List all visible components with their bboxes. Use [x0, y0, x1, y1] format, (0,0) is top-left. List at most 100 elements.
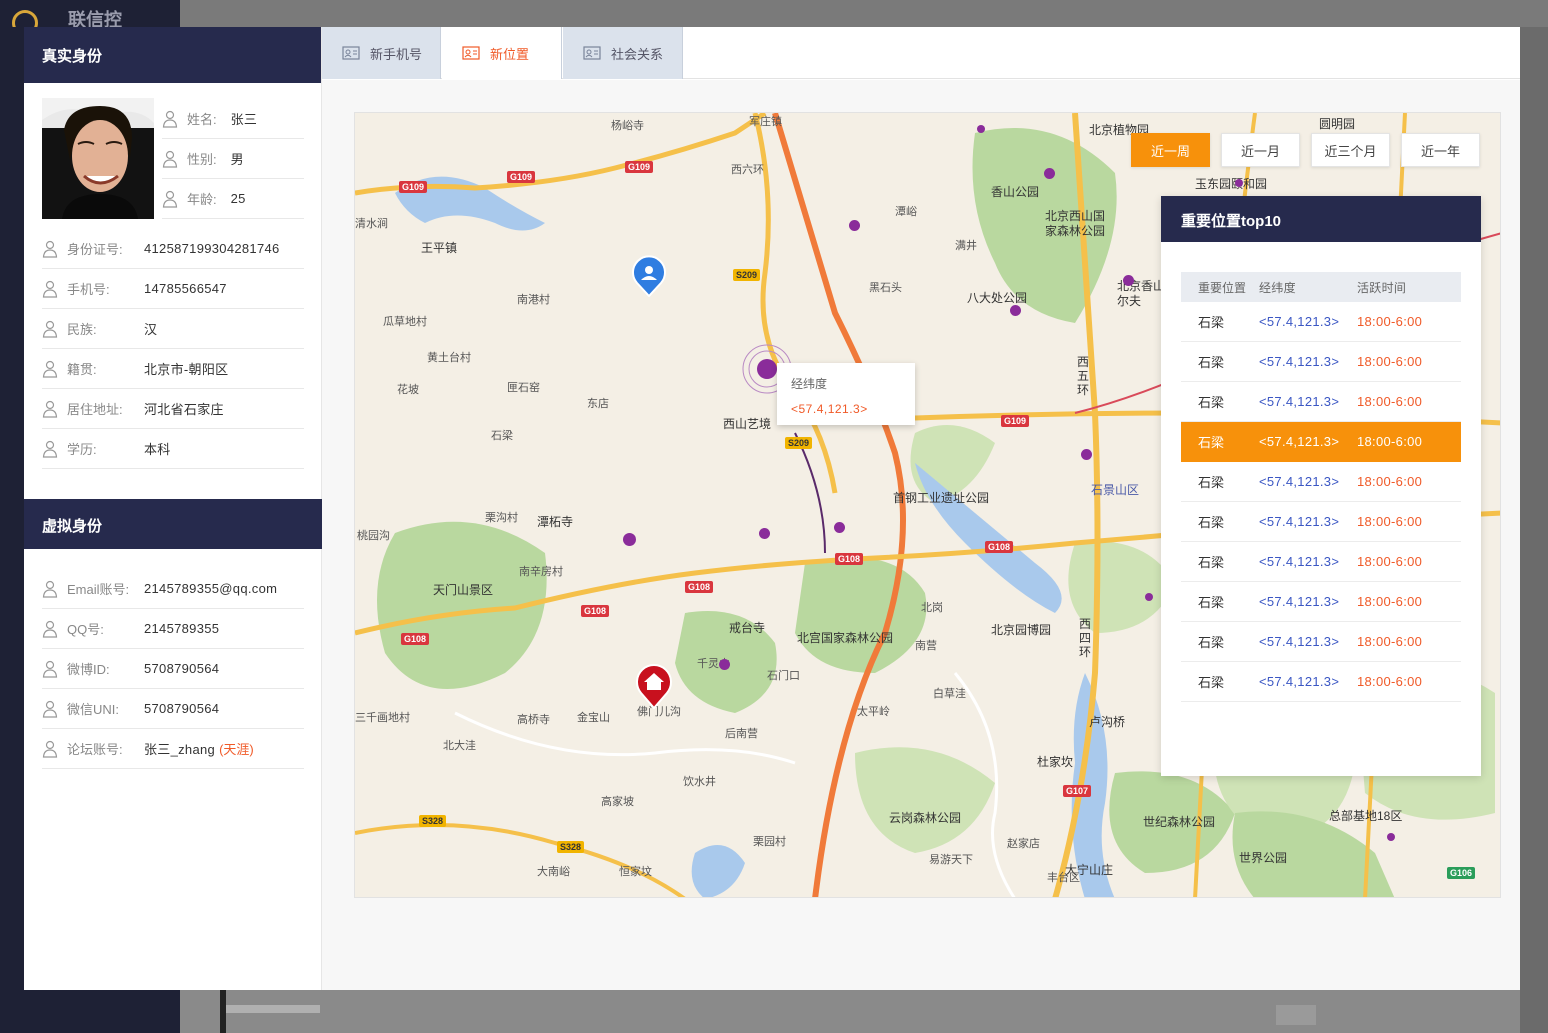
tab-new-location[interactable]: 新位置 [442, 27, 562, 79]
map-place-label: 易游天下 [929, 854, 973, 866]
range-three-months-button[interactable]: 近三个月 [1311, 133, 1390, 167]
location-dot[interactable] [849, 220, 860, 231]
map-place-label: 后南营 [725, 728, 758, 740]
ethnicity-value: 汉 [144, 322, 158, 337]
time-cell: 18:00-6:00 [1357, 394, 1423, 409]
user-location-marker-icon[interactable] [631, 255, 667, 297]
map-place-label: 东店 [587, 398, 609, 410]
road-shield: G109 [507, 171, 536, 183]
table-row[interactable]: 石梁 <57.4,121.3> 18:00-6:00 [1181, 382, 1461, 422]
coord-cell: <57.4,121.3> [1259, 514, 1340, 529]
map-place-label: 云岗森林公园 [889, 811, 962, 825]
location-dot[interactable] [1235, 179, 1243, 187]
map-place-label: 丰台区 [1047, 872, 1080, 884]
map-place-label: 香山公园 [991, 185, 1040, 199]
map-place-label: 杨峪寺 [611, 120, 644, 132]
person-icon [162, 150, 178, 168]
coord-cell: <57.4,121.3> [1259, 314, 1340, 329]
qq-value: 2145789355 [144, 621, 220, 636]
tab-social-relations[interactable]: 社会关系 [563, 27, 683, 79]
road-shield: G108 [401, 633, 430, 645]
road-shield: S209 [785, 437, 813, 449]
hometown-value: 北京市-朝阳区 [144, 362, 229, 377]
road-shield: G108 [685, 581, 714, 593]
place-cell: 石梁 [1198, 355, 1225, 370]
location-dot[interactable] [1145, 593, 1153, 601]
phone-value: 14785566547 [144, 281, 227, 296]
table-row[interactable]: 石梁 <57.4,121.3> 18:00-6:00 [1181, 622, 1461, 662]
time-cell: 18:00-6:00 [1357, 474, 1423, 489]
tab-new-phone[interactable]: 新手机号 [322, 27, 441, 79]
map-place-label: 戒台寺 [729, 621, 766, 635]
map-place-label: 北京园博园 [991, 623, 1052, 637]
location-dot[interactable] [977, 125, 985, 133]
address-label: 居住地址: [67, 402, 123, 417]
location-dot[interactable] [834, 522, 845, 533]
table-row[interactable]: 石梁 <57.4,121.3> 18:00-6:00 [1181, 342, 1461, 382]
location-dot[interactable] [1123, 275, 1134, 286]
person-icon [42, 440, 58, 458]
table-row[interactable]: 石梁 <57.4,121.3> 18:00-6:00 [1181, 542, 1461, 582]
table-row[interactable]: 石梁 <57.4,121.3> 18:00-6:00 [1181, 582, 1461, 622]
map-place-label: 高家坡 [601, 796, 634, 808]
age-row: 年龄: 25 [162, 179, 304, 219]
tooltip-value: <57.4,121.3> [791, 402, 868, 416]
map-place-label: 世界公园 [1239, 851, 1288, 865]
road-shield: G108 [581, 605, 610, 617]
location-dot[interactable] [1387, 833, 1395, 841]
email-label: Email账号: [67, 582, 130, 597]
range-year-button[interactable]: 近一年 [1401, 133, 1480, 167]
education-value: 本科 [144, 442, 171, 457]
identity-panel: 真实身份 姓名: 张三 性别: 男 年龄: 25 身份证号: 412587199… [24, 27, 322, 990]
map-place-label: 三千画地村 [355, 712, 410, 724]
education-row: 学历: 本科 [42, 429, 304, 469]
place-cell: 石梁 [1198, 475, 1225, 490]
coordinate-tooltip: 经纬度 <57.4,121.3> [777, 363, 915, 425]
place-cell: 石梁 [1198, 435, 1225, 450]
table-row[interactable]: 石梁 <57.4,121.3> 18:00-6:00 [1181, 302, 1461, 342]
qq-label: QQ号: [67, 622, 104, 637]
location-dot[interactable] [1081, 449, 1092, 460]
location-dot[interactable] [1044, 168, 1055, 179]
place-cell: 石梁 [1198, 675, 1225, 690]
location-dot[interactable] [1010, 305, 1021, 316]
range-month-button[interactable]: 近一月 [1221, 133, 1300, 167]
location-dot[interactable] [623, 533, 636, 546]
map-place-label: 黑石头 [869, 282, 902, 294]
map-place-label: 圆明园 [1319, 117, 1356, 131]
coord-cell: <57.4,121.3> [1259, 434, 1340, 449]
time-cell: 18:00-6:00 [1357, 514, 1423, 529]
phone-label: 手机号: [67, 282, 110, 297]
name-row: 姓名: 张三 [162, 99, 304, 139]
map-place-label: 北大洼 [443, 740, 476, 752]
coord-cell: <57.4,121.3> [1259, 634, 1340, 649]
table-row-selected[interactable]: 石梁 <57.4,121.3> 18:00-6:00 [1181, 422, 1461, 462]
table-row[interactable]: 石梁 <57.4,121.3> 18:00-6:00 [1181, 462, 1461, 502]
tab-content: 军庄镇 杨峪寺 西六环 王平镇 清水涧 南港村 瓜草地村 黄土台村 花坡 匣石窑… [322, 80, 1520, 990]
map-place-label: 潭柘寺 [537, 515, 574, 529]
person-icon [42, 360, 58, 378]
logo-icon [12, 10, 38, 27]
coord-cell: <57.4,121.3> [1259, 554, 1340, 569]
range-week-button[interactable]: 近一周 [1131, 133, 1210, 167]
map-place-label: 天门山景区 [433, 583, 494, 597]
location-dot[interactable] [759, 528, 770, 539]
person-icon [162, 110, 178, 128]
table-row[interactable]: 石梁 <57.4,121.3> 18:00-6:00 [1181, 502, 1461, 542]
map-place-label: 王平镇 [421, 241, 458, 255]
home-location-marker-icon[interactable] [635, 663, 673, 709]
id-number-row: 身份证号: 412587199304281746 [42, 229, 304, 269]
road-shield: G109 [625, 161, 654, 173]
location-dot[interactable] [719, 659, 730, 670]
app-logo-text: 联信控 [68, 10, 122, 27]
email-value: 2145789355@qq.com [144, 581, 278, 596]
tooltip-title: 经纬度 [791, 377, 828, 391]
map-place-label: 南营 [915, 640, 937, 652]
top10-title: 重要位置top10 [1161, 196, 1481, 242]
tab-new-phone-label: 新手机号 [370, 46, 423, 62]
map-place-label: 白草洼 [933, 688, 966, 700]
location-map[interactable]: 军庄镇 杨峪寺 西六环 王平镇 清水涧 南港村 瓜草地村 黄土台村 花坡 匣石窑… [354, 112, 1501, 898]
hometown-label: 籍贯: [67, 362, 97, 377]
table-row[interactable]: 石梁 <57.4,121.3> 18:00-6:00 [1181, 662, 1461, 702]
wechat-value: 5708790564 [144, 701, 220, 716]
